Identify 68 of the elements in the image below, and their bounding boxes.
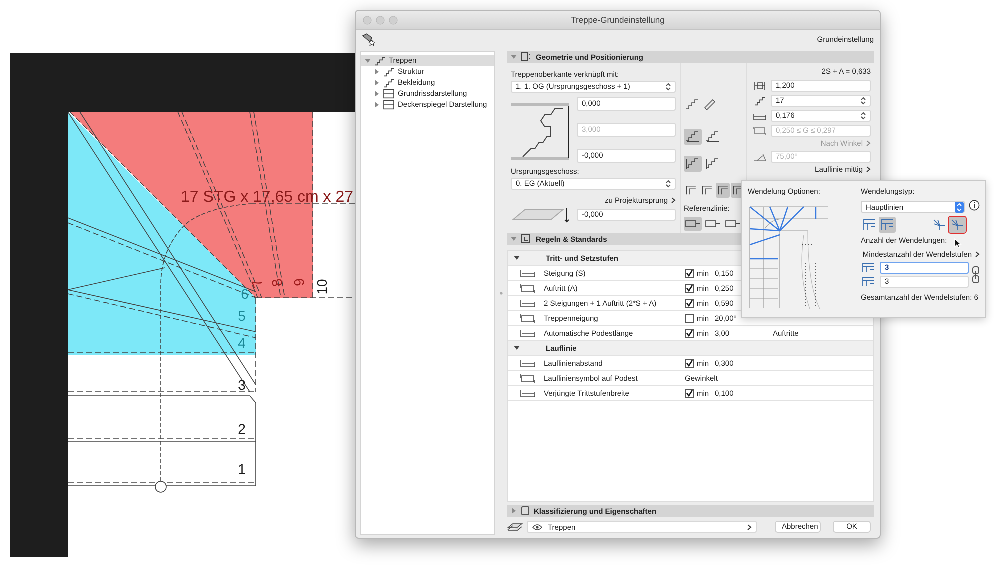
stepper-icon [861,97,866,105]
chevron-icon [866,140,871,146]
stair-icon [753,96,767,106]
checkbox[interactable] [685,388,694,398]
winder-count-icon [861,262,876,274]
document-icon [521,506,530,516]
checkbox[interactable] [685,298,694,308]
winder-corner-icon[interactable] [949,217,966,233]
geometry-icon [521,52,532,62]
cursor-icon [954,238,962,249]
checkbox[interactable] [685,328,694,338]
disclosure-icon[interactable] [514,255,520,261]
checkbox[interactable] [685,268,694,278]
chevron-icon [671,196,676,204]
eye-icon [532,524,543,530]
splitter-handle-icon[interactable] [500,292,502,294]
checkbox[interactable] [685,358,694,368]
window-title: Treppe-Grundeinstellung [571,15,665,25]
step-number: 1 [238,461,246,477]
step-number: 7 [248,277,266,290]
stair-icon [383,78,395,88]
step-number: 4 [238,335,246,351]
width-icon [753,81,767,91]
rule-icon [520,312,536,324]
rules-icon [521,234,532,244]
winder-count-icon [861,276,876,288]
anchor-icon[interactable] [684,156,702,172]
step-number: 5 [238,308,246,324]
tread-icon [753,126,767,136]
anchor-icon[interactable] [684,129,702,145]
chevron-icon [747,524,752,530]
stepper-icon [666,83,671,91]
slope-icon [753,152,767,162]
rule-icon [520,298,536,308]
plan-icon [383,100,395,110]
rule-icon [520,282,536,294]
pencil-icon[interactable] [702,97,718,111]
stepper-icon [666,180,671,188]
step-number: 9 [290,278,308,288]
checkbox[interactable] [685,314,694,322]
winder-corner-icon[interactable] [931,217,948,233]
disclosure-icon[interactable] [514,345,520,351]
winder-mode-icon[interactable] [861,217,878,233]
favorites-icon[interactable] [362,33,376,46]
anchor-icon[interactable] [704,129,722,145]
rule-icon [520,358,536,368]
step-number: 3 [238,377,246,393]
rule-icon [520,388,536,398]
step-number: 2 [238,421,246,437]
link-chain-icon[interactable] [972,265,980,285]
rule-icon [520,372,536,384]
info-icon[interactable] [969,200,980,210]
winder-mode-icon[interactable] [879,217,896,233]
layer-icon[interactable] [507,522,523,532]
step-number: 8 [268,278,286,288]
stair-shape-icon[interactable] [716,183,730,198]
chevron-icon [866,166,871,172]
stair-icon [383,66,395,76]
plan-icon [383,88,395,98]
chevron-icon [975,251,980,258]
rule-icon [520,268,536,278]
stepper-icon [861,112,866,120]
rule-icon [520,328,536,338]
stepper-icon [955,202,964,212]
stair-icon [374,56,386,66]
step-number: 10 [314,279,330,295]
checkbox[interactable] [685,284,694,292]
riser-icon [753,111,767,121]
